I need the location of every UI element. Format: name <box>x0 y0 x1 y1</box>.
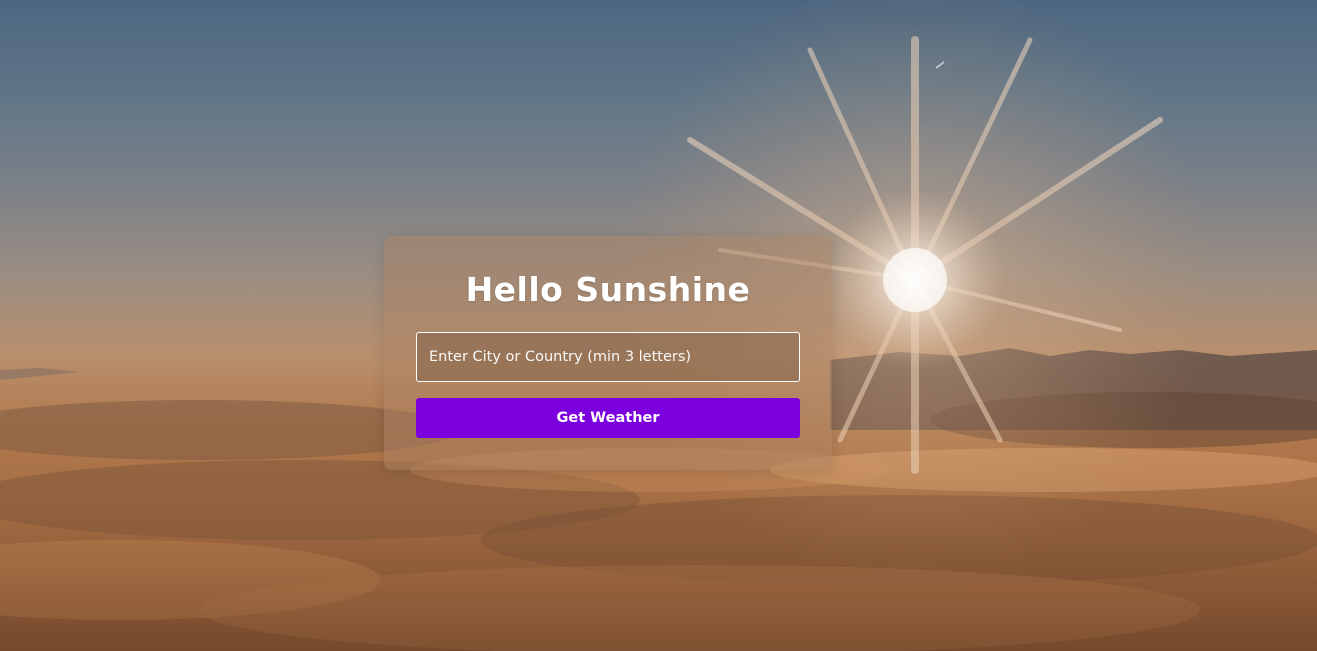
weather-search-card: Hello Sunshine Get Weather <box>384 236 832 470</box>
app-root: Hello Sunshine Get Weather <box>0 0 1317 651</box>
get-weather-button[interactable]: Get Weather <box>416 398 800 438</box>
city-search-input[interactable] <box>416 332 800 382</box>
page-title: Hello Sunshine <box>465 270 751 309</box>
mountains-far-left <box>0 368 80 380</box>
